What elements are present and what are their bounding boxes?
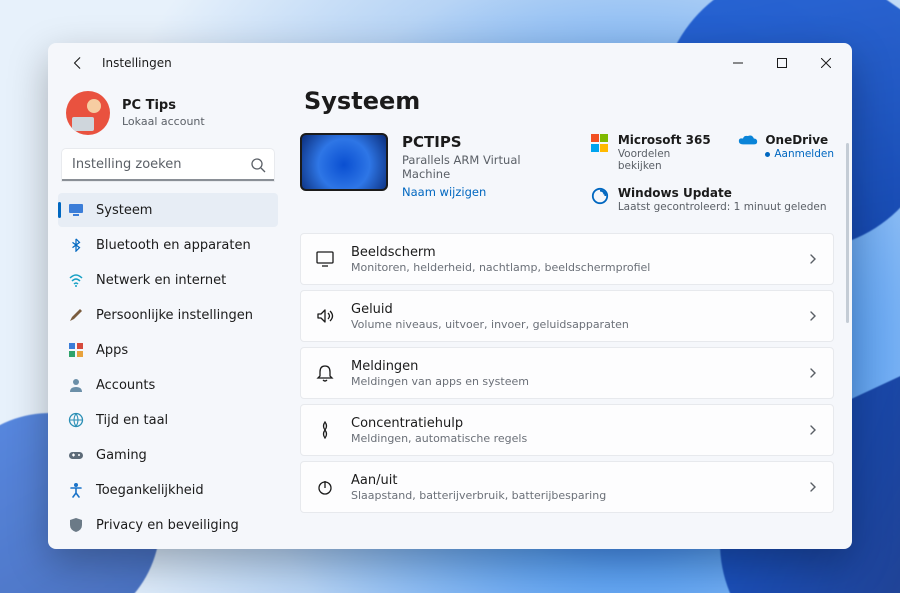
sound-icon bbox=[315, 306, 335, 326]
onedrive-icon bbox=[738, 134, 756, 152]
sidebar-item-bluetooth[interactable]: Bluetooth en apparaten bbox=[58, 228, 278, 262]
monitor-icon bbox=[68, 202, 84, 218]
tile-sub: Laatst gecontroleerd: 1 minuut geleden bbox=[618, 201, 827, 213]
sidebar-item-monitor[interactable]: Systeem bbox=[58, 193, 278, 227]
sidebar-item-label: Systeem bbox=[96, 203, 152, 218]
tile-microsoft365[interactable]: Microsoft 365 Voordelen bekijken bbox=[591, 133, 715, 172]
chevron-right-icon bbox=[807, 253, 819, 265]
display-icon bbox=[315, 249, 335, 269]
tile-title: Microsoft 365 bbox=[618, 133, 715, 147]
bell-icon bbox=[315, 363, 335, 383]
device-thumbnail bbox=[300, 133, 388, 191]
person-icon bbox=[68, 377, 84, 393]
sidebar-item-accessibility[interactable]: Toegankelijkheid bbox=[58, 473, 278, 507]
card-bell[interactable]: MeldingenMeldingen van apps en systeem bbox=[300, 347, 834, 399]
card-power[interactable]: Aan/uitSlaapstand, batterijverbruik, bat… bbox=[300, 461, 834, 513]
game-icon bbox=[68, 447, 84, 463]
settings-cards: BeeldschermMonitoren, helderheid, nachtl… bbox=[300, 233, 834, 513]
app-title: Instellingen bbox=[102, 56, 172, 70]
card-sound[interactable]: GeluidVolume niveaus, uitvoer, invoer, g… bbox=[300, 290, 834, 342]
device-name: PCTIPS bbox=[402, 133, 569, 151]
sidebar-item-update[interactable]: Windows Update bbox=[58, 543, 278, 549]
card-sub: Monitoren, helderheid, nachtlamp, beelds… bbox=[351, 261, 650, 274]
minimize-button[interactable] bbox=[716, 47, 760, 79]
sidebar-item-game[interactable]: Gaming bbox=[58, 438, 278, 472]
tile-title: Windows Update bbox=[618, 186, 827, 200]
maximize-button[interactable] bbox=[760, 47, 804, 79]
sidebar-item-label: Accounts bbox=[96, 378, 155, 393]
focus-icon bbox=[315, 420, 335, 440]
accessibility-icon bbox=[68, 482, 84, 498]
chevron-right-icon bbox=[807, 310, 819, 322]
profile-name: PC Tips bbox=[122, 98, 205, 113]
apps-icon bbox=[68, 342, 84, 358]
avatar bbox=[66, 91, 110, 135]
card-display[interactable]: BeeldschermMonitoren, helderheid, nachtl… bbox=[300, 233, 834, 285]
card-sub: Volume niveaus, uitvoer, invoer, geluids… bbox=[351, 318, 629, 331]
sidebar-item-apps[interactable]: Apps bbox=[58, 333, 278, 367]
sidebar-item-globe[interactable]: Tijd en taal bbox=[58, 403, 278, 437]
sidebar-item-person[interactable]: Accounts bbox=[58, 368, 278, 402]
shield-icon bbox=[68, 517, 84, 533]
device-block: PCTIPS Parallels ARM Virtual Machine Naa… bbox=[300, 133, 569, 213]
arrow-left-icon bbox=[71, 56, 85, 70]
page-title: Systeem bbox=[304, 87, 834, 115]
device-model: Parallels ARM Virtual Machine bbox=[402, 153, 569, 181]
brush-icon bbox=[68, 307, 84, 323]
tile-sub: Voordelen bekijken bbox=[618, 148, 715, 172]
rename-link[interactable]: Naam wijzigen bbox=[402, 185, 569, 199]
chevron-right-icon bbox=[807, 367, 819, 379]
card-sub: Meldingen van apps en systeem bbox=[351, 375, 529, 388]
search-icon bbox=[250, 157, 266, 173]
microsoft-logo-icon bbox=[591, 134, 609, 152]
power-icon bbox=[315, 477, 335, 497]
sidebar: PC Tips Lokaal account Systeem Bluetooth … bbox=[48, 83, 288, 549]
globe-icon bbox=[68, 412, 84, 428]
sidebar-item-shield[interactable]: Privacy en beveiliging bbox=[58, 508, 278, 542]
sidebar-item-brush[interactable]: Persoonlijke instellingen bbox=[58, 298, 278, 332]
wifi-icon bbox=[68, 272, 84, 288]
card-title: Beeldscherm bbox=[351, 245, 650, 260]
sidebar-item-label: Tijd en taal bbox=[96, 413, 168, 428]
sidebar-item-label: Toegankelijkheid bbox=[96, 483, 204, 498]
sidebar-item-label: Netwerk en internet bbox=[96, 273, 226, 288]
card-title: Geluid bbox=[351, 302, 629, 317]
scrollbar[interactable] bbox=[846, 143, 849, 323]
profile-account-type: Lokaal account bbox=[122, 115, 205, 128]
close-button[interactable] bbox=[804, 47, 848, 79]
sidebar-item-label: Gaming bbox=[96, 448, 147, 463]
back-button[interactable] bbox=[62, 47, 94, 79]
sidebar-item-label: Apps bbox=[96, 343, 128, 358]
settings-window: Instellingen PC Tips Lokaal account bbox=[48, 43, 852, 549]
tile-onedrive[interactable]: OneDrive Aanmelden bbox=[738, 133, 834, 172]
bluetooth-icon bbox=[68, 237, 84, 253]
window-controls bbox=[716, 47, 848, 79]
card-title: Concentratiehulp bbox=[351, 416, 527, 431]
chevron-right-icon bbox=[807, 481, 819, 493]
profile-block[interactable]: PC Tips Lokaal account bbox=[58, 85, 278, 149]
tile-title: OneDrive bbox=[765, 133, 834, 147]
search-input[interactable] bbox=[62, 149, 274, 181]
search-box[interactable] bbox=[62, 149, 274, 181]
sidebar-nav: Systeem Bluetooth en apparaten Netwerk en … bbox=[58, 193, 278, 549]
chevron-right-icon bbox=[807, 424, 819, 436]
sidebar-item-label: Persoonlijke instellingen bbox=[96, 308, 253, 323]
card-sub: Meldingen, automatische regels bbox=[351, 432, 527, 445]
tile-windows-update[interactable]: Windows Update Laatst gecontroleerd: 1 m… bbox=[591, 186, 834, 213]
card-sub: Slaapstand, batterijverbruik, batterijbe… bbox=[351, 489, 606, 502]
update-icon bbox=[591, 187, 609, 205]
tile-sub: Aanmelden bbox=[765, 148, 834, 160]
sidebar-item-label: Privacy en beveiliging bbox=[96, 518, 239, 533]
status-tiles: Microsoft 365 Voordelen bekijken OneDriv… bbox=[591, 133, 834, 213]
card-title: Aan/uit bbox=[351, 473, 606, 488]
card-title: Meldingen bbox=[351, 359, 529, 374]
content-area: Systeem PCTIPS Parallels ARM Virtual Mac… bbox=[288, 83, 852, 549]
sidebar-item-label: Bluetooth en apparaten bbox=[96, 238, 251, 253]
titlebar: Instellingen bbox=[48, 43, 852, 83]
card-focus[interactable]: ConcentratiehulpMeldingen, automatische … bbox=[300, 404, 834, 456]
sidebar-item-wifi[interactable]: Netwerk en internet bbox=[58, 263, 278, 297]
hero-row: PCTIPS Parallels ARM Virtual Machine Naa… bbox=[300, 133, 834, 213]
